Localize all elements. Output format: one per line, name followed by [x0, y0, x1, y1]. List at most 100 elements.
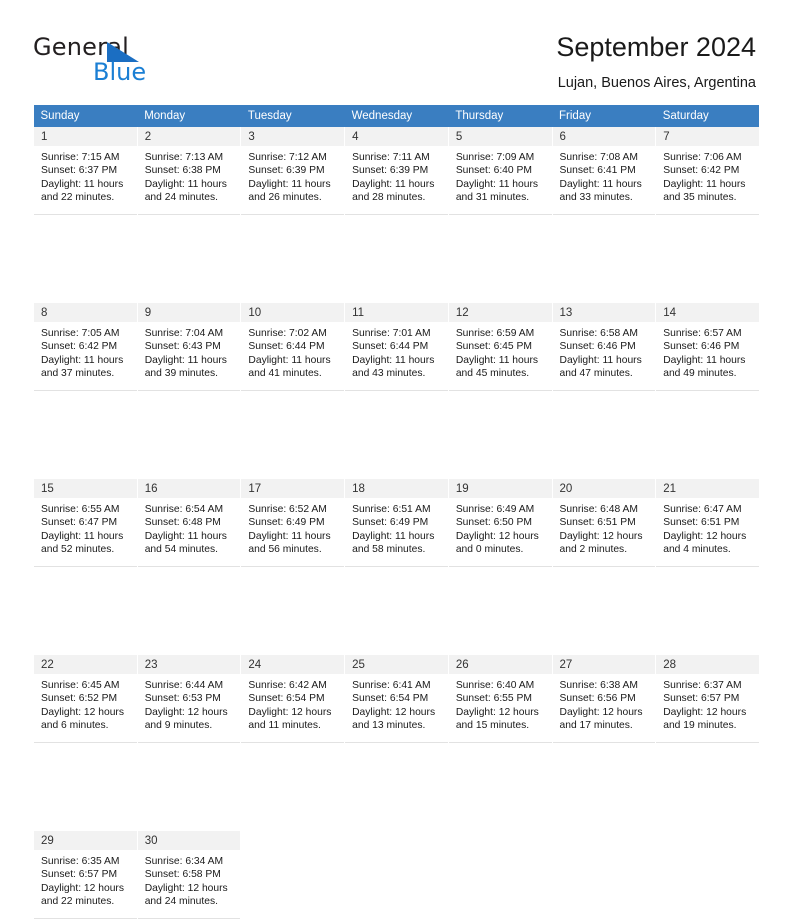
daylight-text-line1: Daylight: 11 hours: [144, 530, 227, 542]
calendar-week-row: 22 Sunrise: 6:45 AM Sunset: 6:52 PM Dayligh…: [33, 655, 760, 743]
day-cell-inner[interactable]: 27 Sunrise: 6:38 AM Sunset: 6:56 PM Dayligh…: [552, 655, 656, 743]
daylight-text-line2: and 28 minutes.: [352, 192, 426, 204]
day-number: 3: [241, 127, 345, 146]
day-cell-inner[interactable]: 29 Sunrise: 6:35 AM Sunset: 6:57 PM Dayligh…: [34, 831, 137, 919]
daylight-text-line1: Daylight: 12 hours: [41, 882, 124, 894]
day-cell-inner[interactable]: 20 Sunrise: 6:48 AM Sunset: 6:51 PM Dayligh…: [552, 479, 656, 567]
daylight-text-line2: and 54 minutes.: [144, 544, 218, 556]
daylight-text-line2: and 13 minutes.: [352, 720, 426, 732]
day-cell-inner[interactable]: 16 Sunrise: 6:54 AM Sunset: 6:48 PM Dayligh…: [137, 479, 241, 567]
sunrise-text: Sunrise: 6:35 AM: [41, 856, 120, 867]
day-cell-inner[interactable]: 14 Sunrise: 6:57 AM Sunset: 6:46 PM Dayligh…: [656, 303, 759, 391]
sunset-text: Sunset: 6:45 PM: [455, 341, 532, 353]
sunrise-text: Sunrise: 6:58 AM: [559, 328, 638, 339]
day-details: Sunrise: 7:09 AM Sunset: 6:40 PM Daylight:…: [449, 146, 552, 205]
day-cell-inner[interactable]: 6 Sunrise: 7:08 AM Sunset: 6:41 PM Daylight…: [552, 127, 656, 215]
sunset-text: Sunset: 6:47 PM: [41, 517, 118, 529]
day-cell-inner-empty: [656, 831, 759, 919]
sunrise-text: Sunrise: 6:40 AM: [455, 680, 535, 691]
day-cell-inner[interactable]: 25 Sunrise: 6:41 AM Sunset: 6:54 PM Dayligh…: [345, 655, 448, 743]
day-cell-inner[interactable]: 28 Sunrise: 6:37 AM Sunset: 6:57 PM Dayligh…: [656, 655, 759, 743]
day-number: 27: [552, 655, 656, 674]
daylight-text-line1: Daylight: 12 hours: [663, 530, 747, 542]
day-cell-inner[interactable]: 22 Sunrise: 6:45 AM Sunset: 6:52 PM Dayligh…: [34, 655, 137, 743]
day-details: Sunrise: 6:58 AM Sunset: 6:46 PM Daylight:…: [553, 322, 656, 381]
daylight-text-line2: and 58 minutes.: [352, 544, 426, 556]
day-number: 22: [34, 655, 137, 674]
day-cell: 3 Sunrise: 7:12 AM Sunset: 6:39 PM Daylight…: [240, 127, 346, 215]
day-number: 11: [345, 303, 448, 322]
day-details: Sunrise: 6:49 AM Sunset: 6:50 PM Daylight:…: [449, 498, 552, 557]
day-cell-inner[interactable]: 18 Sunrise: 6:51 AM Sunset: 6:49 PM Dayligh…: [345, 479, 448, 567]
sunrise-text: Sunrise: 6:51 AM: [352, 504, 431, 515]
sunset-text: Sunset: 6:54 PM: [352, 693, 429, 705]
day-details: Sunrise: 7:08 AM Sunset: 6:41 PM Daylight:…: [553, 146, 656, 205]
page-subtitle: Lujan, Buenos Aires, Argentina: [557, 75, 756, 91]
day-details: Sunrise: 6:48 AM Sunset: 6:51 PM Daylight:…: [553, 498, 656, 557]
day-cell-inner[interactable]: 21 Sunrise: 6:47 AM Sunset: 6:51 PM Dayligh…: [656, 479, 759, 567]
day-cell: 9 Sunrise: 7:04 AM Sunset: 6:43 PM Daylight…: [136, 303, 242, 391]
sunset-text: Sunset: 6:42 PM: [663, 165, 740, 177]
general-blue-logo[interactable]: General Blue: [33, 34, 263, 90]
day-cell-inner[interactable]: 7 Sunrise: 7:06 AM Sunset: 6:42 PM Daylight…: [656, 127, 759, 215]
sunrise-text: Sunrise: 7:04 AM: [144, 328, 224, 339]
day-number: 7: [656, 127, 759, 146]
day-cell-inner-empty: [241, 831, 344, 919]
daylight-text-line2: and 35 minutes.: [663, 192, 737, 204]
day-cell-inner[interactable]: 10 Sunrise: 7:02 AM Sunset: 6:44 PM Dayligh…: [241, 303, 345, 391]
day-cell-inner[interactable]: 3 Sunrise: 7:12 AM Sunset: 6:39 PM Daylight…: [241, 127, 345, 215]
day-cell: 30 Sunrise: 6:34 AM Sunset: 6:58 PM Dayligh…: [136, 831, 242, 919]
daylight-text-line1: Daylight: 11 hours: [41, 530, 124, 542]
week-row-spacer: [33, 391, 760, 479]
day-cell-empty: [344, 831, 449, 919]
week-row-spacer: [33, 567, 760, 655]
weekday-header-saturday: Saturday: [655, 105, 760, 127]
day-number: 14: [656, 303, 759, 322]
day-cell-inner[interactable]: 23 Sunrise: 6:44 AM Sunset: 6:53 PM Dayligh…: [137, 655, 241, 743]
day-cell-inner[interactable]: 17 Sunrise: 6:52 AM Sunset: 6:49 PM Dayligh…: [241, 479, 345, 567]
sunrise-text: Sunrise: 6:41 AM: [352, 680, 431, 691]
day-cell-empty: [447, 831, 553, 919]
day-number: 19: [448, 479, 552, 498]
day-cell: 8 Sunrise: 7:05 AM Sunset: 6:42 PM Daylight…: [33, 303, 138, 391]
daylight-text-line1: Daylight: 11 hours: [144, 178, 227, 190]
sunset-text: Sunset: 6:39 PM: [352, 165, 429, 177]
day-cell-inner[interactable]: 15 Sunrise: 6:55 AM Sunset: 6:47 PM Dayligh…: [34, 479, 137, 567]
daylight-text-line1: Daylight: 12 hours: [455, 706, 539, 718]
daylight-text-line1: Daylight: 11 hours: [352, 530, 435, 542]
day-cell-inner[interactable]: 5 Sunrise: 7:09 AM Sunset: 6:40 PM Daylight…: [448, 127, 552, 215]
day-cell-inner[interactable]: 24 Sunrise: 6:42 AM Sunset: 6:54 PM Dayligh…: [241, 655, 345, 743]
day-number: 16: [137, 479, 241, 498]
day-cell-inner[interactable]: 8 Sunrise: 7:05 AM Sunset: 6:42 PM Daylight…: [34, 303, 137, 391]
day-cell-inner[interactable]: 11 Sunrise: 7:01 AM Sunset: 6:44 PM Dayligh…: [345, 303, 448, 391]
sunrise-text: Sunrise: 7:05 AM: [41, 328, 120, 339]
day-cell: 4 Sunrise: 7:11 AM Sunset: 6:39 PM Daylight…: [344, 127, 449, 215]
day-cell-inner[interactable]: 9 Sunrise: 7:04 AM Sunset: 6:43 PM Daylight…: [137, 303, 241, 391]
day-cell-inner[interactable]: 19 Sunrise: 6:49 AM Sunset: 6:50 PM Dayligh…: [448, 479, 552, 567]
day-number: 5: [448, 127, 552, 146]
day-cell-inner[interactable]: 26 Sunrise: 6:40 AM Sunset: 6:55 PM Dayligh…: [448, 655, 552, 743]
sunset-text: Sunset: 6:44 PM: [352, 341, 429, 353]
day-cell-inner[interactable]: 2 Sunrise: 7:13 AM Sunset: 6:38 PM Daylight…: [137, 127, 241, 215]
daylight-text-line2: and 39 minutes.: [144, 368, 218, 380]
day-cell: 11 Sunrise: 7:01 AM Sunset: 6:44 PM Dayligh…: [344, 303, 449, 391]
day-cell-inner[interactable]: 1 Sunrise: 7:15 AM Sunset: 6:37 PM Daylight…: [34, 127, 137, 215]
day-details: Sunrise: 6:55 AM Sunset: 6:47 PM Daylight:…: [34, 498, 137, 557]
day-cell-inner[interactable]: 13 Sunrise: 6:58 AM Sunset: 6:46 PM Dayligh…: [552, 303, 656, 391]
day-number: 17: [241, 479, 345, 498]
day-cell-inner[interactable]: 12 Sunrise: 6:59 AM Sunset: 6:45 PM Dayligh…: [448, 303, 552, 391]
page-header: General Blue September 2024 Lujan, Bueno…: [0, 0, 792, 104]
day-details: Sunrise: 7:15 AM Sunset: 6:37 PM Daylight:…: [34, 146, 137, 205]
day-number: 12: [448, 303, 552, 322]
daylight-text-line1: Daylight: 11 hours: [248, 354, 331, 366]
calendar-page: General Blue September 2024 Lujan, Bueno…: [0, 0, 792, 919]
sunset-text: Sunset: 6:53 PM: [144, 693, 221, 705]
calendar-week-row: 15 Sunrise: 6:55 AM Sunset: 6:47 PM Dayligh…: [33, 479, 760, 567]
weekday-header-thursday: Thursday: [448, 105, 553, 127]
day-cell-inner[interactable]: 30 Sunrise: 6:34 AM Sunset: 6:58 PM Dayligh…: [137, 831, 241, 919]
daylight-text-line1: Daylight: 11 hours: [144, 354, 227, 366]
day-cell-inner[interactable]: 4 Sunrise: 7:11 AM Sunset: 6:39 PM Daylight…: [345, 127, 448, 215]
page-title: September 2024: [556, 32, 756, 62]
daylight-text-line2: and 15 minutes.: [455, 720, 530, 732]
daylight-text-line1: Daylight: 11 hours: [455, 354, 539, 366]
